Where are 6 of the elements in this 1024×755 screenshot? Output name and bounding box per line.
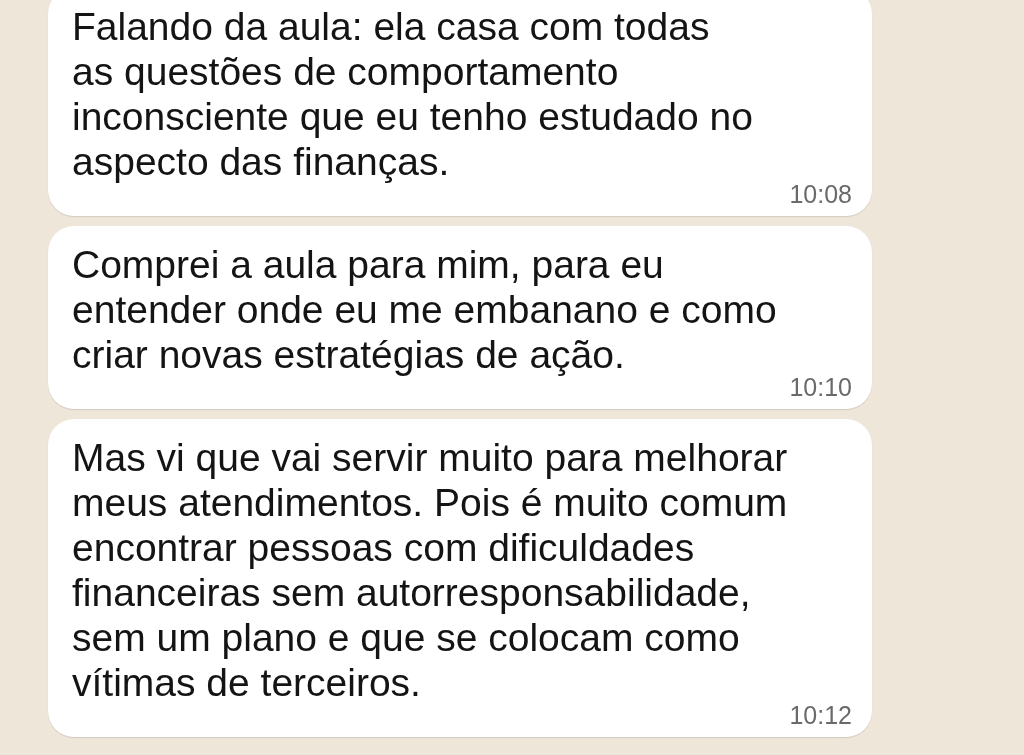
message-text: Mas vi que vai servir muito para melhorar meus atendimentos. Pois é muito comum encontrar pessoas com dificuldades financeiras sem autorresponsabilidade, sem um plano e que se colocam como vítimas de terceiros. <box>72 435 788 705</box>
message-time: 10:10 <box>789 373 852 401</box>
message-time: 10:12 <box>789 701 852 729</box>
message-time: 10:08 <box>789 180 852 208</box>
message-text: Comprei a aula para mim, para eu entender onde eu me embanano e como criar novas estratégias de ação. <box>72 242 777 377</box>
message-text: Falando da aula: ela casa com todas as questões de comportamento inconsciente que eu tenho estudado no aspecto das finanças. <box>72 4 753 184</box>
